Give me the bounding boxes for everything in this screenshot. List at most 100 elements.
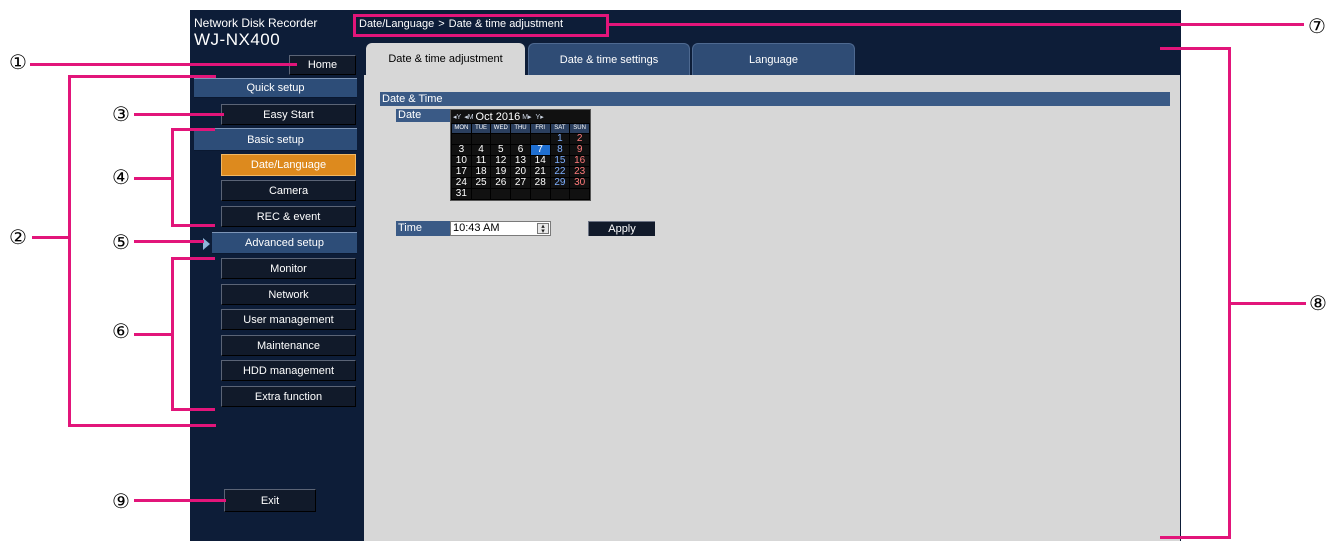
next-month-button[interactable]: M▸ <box>522 113 531 121</box>
calendar-day[interactable]: 28 <box>530 178 550 188</box>
calendar-day[interactable]: 10 <box>452 156 471 166</box>
calendar-day[interactable]: 26 <box>491 178 511 188</box>
basic-setup-header[interactable]: Basic setup <box>194 128 357 151</box>
menu-item-extra-function[interactable]: Extra function <box>221 386 356 407</box>
time-value: 10:43 AM <box>453 222 500 234</box>
calendar-day[interactable]: 16 <box>570 156 589 166</box>
exit-button[interactable]: Exit <box>224 489 316 512</box>
calendar-empty-cell <box>491 134 511 144</box>
calendar-day[interactable]: 8 <box>550 145 570 155</box>
calendar-day[interactable]: 13 <box>511 156 530 166</box>
menu-item-hdd-management[interactable]: HDD management <box>221 360 356 381</box>
next-year-button[interactable]: Y▸ <box>536 113 544 121</box>
annotation-bracket-4-bottom <box>171 224 215 227</box>
annotation-9: ⑨ <box>112 489 130 513</box>
annotation-line-5 <box>134 240 204 243</box>
calendar-day[interactable]: 4 <box>471 145 491 155</box>
calendar-empty-cell <box>511 189 530 199</box>
quick-setup-header[interactable]: Quick setup <box>194 78 357 98</box>
time-label: Time <box>396 221 450 236</box>
weekday-header: TUE <box>471 124 491 133</box>
tab-date-time-settings[interactable]: Date & time settings <box>528 43 690 75</box>
calendar-empty-cell <box>491 189 511 199</box>
annotation-bracket-2-top <box>68 75 216 78</box>
time-spinner-icon[interactable]: ▴ ▾ <box>537 223 549 235</box>
calendar-day[interactable]: 30 <box>570 178 589 188</box>
calendar-grid: MON TUE WED THU FRI SAT SUN 1 2 3 4 5 6 7 8 9 10 11 12 13 14… <box>451 123 590 200</box>
product-line: Network Disk Recorder <box>194 16 318 30</box>
prev-year-button[interactable]: ◂Y <box>453 113 461 121</box>
calendar-day[interactable]: 31 <box>452 189 471 199</box>
advanced-setup-header[interactable]: Advanced setup <box>212 232 357 254</box>
calendar-empty-cell <box>471 189 491 199</box>
advanced-setup-indicator-icon <box>203 238 210 250</box>
tab-date-time-adjustment[interactable]: Date & time adjustment <box>366 43 525 75</box>
calendar-day[interactable]: 1 <box>550 134 570 144</box>
brand: Network Disk Recorder WJ-NX400 <box>194 17 317 50</box>
section-title: Date & Time <box>380 92 1170 106</box>
easy-start-button[interactable]: Easy Start <box>221 104 356 125</box>
calendar-day[interactable]: 24 <box>452 178 471 188</box>
calendar-day[interactable]: 7 <box>530 145 550 155</box>
recorder-ui-frame: Network Disk Recorder WJ-NX400 Date/Lang… <box>190 10 1181 541</box>
annotation-line-4 <box>134 177 173 180</box>
menu-item-network[interactable]: Network <box>221 284 356 305</box>
calendar-day[interactable]: 20 <box>511 167 530 177</box>
calendar-day[interactable]: 18 <box>471 167 491 177</box>
annotation-bracket-2-bottom <box>68 424 216 427</box>
annotation-line-6 <box>134 333 173 336</box>
menu-item-date-language[interactable]: Date/Language <box>221 154 356 176</box>
menu-item-maintenance[interactable]: Maintenance <box>221 335 356 356</box>
calendar-day[interactable]: 17 <box>452 167 471 177</box>
calendar-day[interactable]: 12 <box>491 156 511 166</box>
prev-month-button[interactable]: ◂M <box>464 113 473 121</box>
home-button[interactable]: Home <box>289 55 356 75</box>
calendar-day[interactable]: 2 <box>570 134 589 144</box>
calendar-day[interactable]: 9 <box>570 145 589 155</box>
calendar-empty-cell <box>550 189 570 199</box>
calendar-day[interactable]: 21 <box>530 167 550 177</box>
weekday-header: SUN <box>570 124 589 133</box>
calendar-day[interactable]: 3 <box>452 145 471 155</box>
calendar-day[interactable]: 23 <box>570 167 589 177</box>
calendar-day[interactable]: 27 <box>511 178 530 188</box>
calendar-title: Oct 2016 <box>475 110 521 123</box>
calendar-day[interactable]: 6 <box>511 145 530 155</box>
annotation-line-7 <box>609 23 1304 26</box>
menu-item-monitor[interactable]: Monitor <box>221 258 356 279</box>
weekday-header: WED <box>491 124 511 133</box>
tab-language[interactable]: Language <box>692 43 855 75</box>
weekday-header: THU <box>511 124 530 133</box>
calendar-day[interactable]: 11 <box>471 156 491 166</box>
calendar-empty-cell <box>530 189 550 199</box>
calendar-empty-cell <box>471 134 491 144</box>
calendar-day[interactable]: 19 <box>491 167 511 177</box>
apply-button[interactable]: Apply <box>588 221 655 236</box>
weekday-header: SAT <box>550 124 570 133</box>
weekday-header: MON <box>452 124 471 133</box>
annotation-bracket-6-bottom <box>171 408 215 411</box>
model-name: WJ-NX400 <box>194 30 281 49</box>
menu-item-camera[interactable]: Camera <box>221 180 356 201</box>
calendar-empty-cell <box>452 134 471 144</box>
calendar-day[interactable]: 15 <box>550 156 570 166</box>
time-field[interactable]: 10:43 AM ▴ ▾ <box>450 221 551 236</box>
calendar-day[interactable]: 14 <box>530 156 550 166</box>
annotation-5: ⑤ <box>112 230 130 254</box>
date-label: Date <box>396 109 450 122</box>
calendar-day[interactable]: 5 <box>491 145 511 155</box>
calendar-day[interactable]: 22 <box>550 167 570 177</box>
annotation-line-8 <box>1230 302 1306 305</box>
annotation-line-3 <box>134 113 224 116</box>
annotation-4: ④ <box>112 165 130 189</box>
calendar-day[interactable]: 29 <box>550 178 570 188</box>
date-calendar: ◂Y ◂M Oct 2016 M▸ Y▸ MON TUE WED THU FRI SAT S… <box>450 109 591 201</box>
content-panel: Date & Time Date ◂Y ◂M Oct 2016 M▸ Y▸ MO… <box>364 75 1180 541</box>
menu-item-rec-event[interactable]: REC & event <box>221 206 356 227</box>
calendar-day[interactable]: 25 <box>471 178 491 188</box>
calendar-empty-cell <box>511 134 530 144</box>
annotation-bracket-2-vertical <box>68 75 71 426</box>
annotation-8: ⑧ <box>1309 291 1327 315</box>
annotation-3: ③ <box>112 102 130 126</box>
menu-item-user-management[interactable]: User management <box>221 309 356 330</box>
